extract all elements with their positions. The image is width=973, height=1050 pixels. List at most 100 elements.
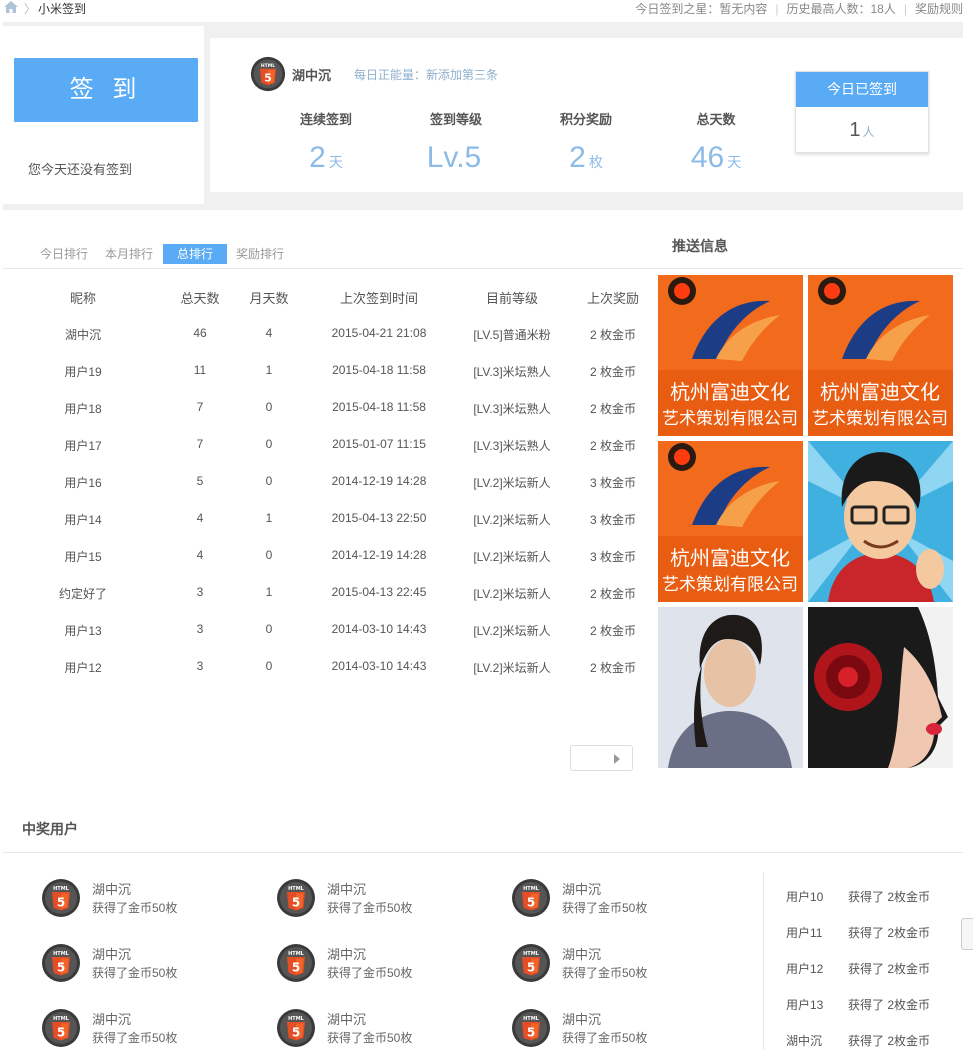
winner-reward-text: 获得了金币50枚 [327,1031,413,1045]
winner-list-user[interactable]: 湖中沉 [786,1032,822,1049]
cell-month-days: 0 [265,474,273,488]
col-header-level: 目前等级 [485,291,538,306]
divider [3,268,963,269]
cell-month-days: 0 [265,400,273,414]
cell-total-days: 11 [193,363,207,377]
push-headphone-image[interactable] [808,607,953,768]
sign-status-text: 您今天还没有签到 [28,162,133,177]
side-scroll-handle[interactable] [961,918,973,950]
cell-level: [LV.2]米坛新人 [473,476,551,490]
winner-list-user[interactable]: 用户11 [786,924,822,941]
winner-item: 湖中沉 获得了金币50枚 [41,1008,261,1050]
cell-nickname[interactable]: 用户17 [48,437,118,454]
winner-name[interactable]: 湖中沉 [562,944,601,963]
stat-value-streak: 2天 [309,141,343,174]
winner-item: 湖中沉 获得了金币50枚 [511,1008,731,1050]
cell-total-days: 5 [196,474,204,488]
tab-reward-rank[interactable]: 奖励排行 [228,244,292,264]
winner-list-user[interactable]: 用户10 [786,888,823,905]
next-page-button[interactable] [570,745,633,771]
history-max-text: 历史最高人数：18人 [786,2,896,16]
html5-icon [41,878,81,918]
winner-name[interactable]: 湖中沉 [327,879,366,898]
winner-item: 湖中沉 获得了金币50枚 [276,943,496,989]
today-signed-header: 今日已签到 [796,72,928,107]
winner-item: 湖中沉获得了金币50枚 [511,878,731,924]
svg-text:艺术策划有限公司: 艺术策划有限公司 [662,409,798,429]
cell-last-reward: 2 枚金币 [589,587,636,601]
stat-value-total: 46 天 [690,141,742,174]
home-icon[interactable] [4,1,18,13]
cell-month-days: 1 [265,585,273,599]
winner-name[interactable]: 湖中沉 [562,879,601,898]
winner-name[interactable]: 湖中沉 [92,1009,131,1028]
cell-nickname[interactable]: 用户15 [48,548,118,565]
reward-rules-link[interactable]: 奖励规则 [915,2,963,16]
cell-last-time: 2015-04-13 22:50 [331,511,427,525]
page-title: 小米签到 [38,2,87,16]
cell-total-days: 46 [193,326,207,340]
cell-total-days: 7 [196,400,204,414]
winner-name[interactable]: 湖中沉 [92,879,131,898]
cell-last-time: 2014-12-19 14:28 [331,548,427,562]
html5-icon [41,943,81,983]
tab-month-rank[interactable]: 本月排行 [97,244,161,264]
winner-name[interactable]: 湖中沉 [92,944,131,963]
winner-name[interactable]: 湖中沉 [327,1009,366,1028]
user-name[interactable]: 湖中沉 [292,65,331,84]
winner-reward-text: 获得了金币50枚 [562,901,648,915]
html5-icon [511,943,551,983]
top-bar: 〉 小米签到 今日签到之星：暂无内容 | 历史最高人数：18人 | 奖励规则 [0,0,973,18]
cell-nickname[interactable]: 用户14 [48,511,118,528]
push-ad-image[interactable]: 杭州富迪文化 艺术策划有限公司 [658,441,803,602]
tab-today-rank[interactable]: 今日排行 [32,244,96,264]
cell-level: [LV.2]米坛新人 [473,661,551,675]
winners-title: 中奖用户 [22,821,78,837]
cell-last-time: 2014-03-10 14:43 [331,622,427,636]
top-links: 今日签到之星：暂无内容 | 历史最高人数：18人 | 奖励规则 [635,2,963,16]
cell-level: [LV.5]普通米粉 [473,328,551,342]
divider [763,872,764,1050]
cell-nickname[interactable]: 用户18 [48,400,118,417]
cell-last-reward: 2 枚金币 [589,439,636,453]
push-portrait-image[interactable] [658,607,803,768]
cell-nickname[interactable]: 用户19 [48,363,118,380]
cell-last-reward: 3 枚金币 [589,476,636,490]
stat-value-level: Lv.5 [426,141,482,174]
winner-name[interactable]: 湖中沉 [562,1009,601,1028]
sign-in-button[interactable]: 签 到 [14,58,198,122]
stat-label-total: 总天数 [696,112,736,127]
col-header-month-days: 月天数 [249,291,289,306]
cell-last-time: 2014-03-10 14:43 [331,659,427,673]
winner-list-text: 获得了 2枚金币 [848,926,931,940]
winner-list-user[interactable]: 用户13 [786,996,823,1013]
push-cartoon-avatar[interactable] [808,441,953,602]
winner-list-text: 获得了 2枚金币 [848,962,931,976]
cell-last-time: 2015-04-21 21:08 [331,326,427,340]
cell-level: [LV.3]米坛熟人 [473,439,551,453]
winner-list-text: 获得了 2枚金币 [848,890,931,904]
winner-list-user[interactable]: 用户12 [786,960,823,977]
cell-last-time: 2014-12-19 14:28 [331,474,427,488]
svg-text:艺术策划有限公司: 艺术策划有限公司 [812,409,948,429]
tab-total-rank[interactable]: 总排行 [163,244,227,264]
html5-icon [276,1008,316,1048]
today-signed-box: 今日已签到 1人 [795,71,929,153]
cell-nickname[interactable]: 用户13 [48,622,118,639]
cell-nickname[interactable]: 湖中沉 [48,326,118,343]
cell-last-reward: 2 枚金币 [589,328,636,342]
cell-last-reward: 2 枚金币 [589,402,636,416]
cell-nickname[interactable]: 用户16 [48,474,118,491]
cell-month-days: 0 [265,659,273,673]
push-ad-image[interactable]: 杭州富迪文化 艺术策划有限公司 [658,275,803,436]
daily-message: 每日正能量：新添加第三条 [354,68,499,82]
push-ad-image[interactable]: 杭州富迪文化 艺术策划有限公司 [808,275,953,436]
winner-name[interactable]: 湖中沉 [327,944,366,963]
winner-item: 湖中沉 获得了金币50枚 [511,943,731,989]
cell-total-days: 3 [196,659,204,673]
cell-nickname[interactable]: 用户12 [48,659,118,676]
cell-nickname[interactable]: 约定好了 [48,585,118,602]
winner-item: 湖中沉 获得了金币50枚 [41,943,261,989]
cell-month-days: 1 [265,363,273,377]
cell-month-days: 0 [265,437,273,451]
